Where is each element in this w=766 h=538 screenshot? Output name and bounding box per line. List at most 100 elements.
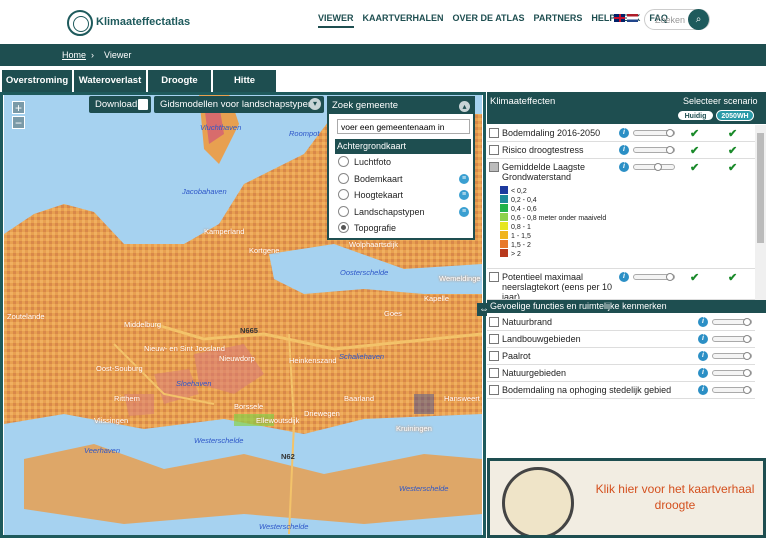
map-label-borssele: Borssele — [234, 402, 264, 411]
radio-icon[interactable] — [338, 172, 349, 184]
info-icon[interactable]: i — [698, 385, 708, 395]
droogte-story-banner[interactable]: Klik hier voor het kaartverhaal droogte — [487, 458, 766, 538]
nav-kaartverhalen[interactable]: KAARTVERHALEN — [363, 13, 444, 28]
info-icon[interactable]: i — [619, 145, 629, 155]
sensitive-checkbox[interactable] — [489, 385, 499, 395]
scenario-huidig[interactable]: Huidig — [677, 110, 714, 121]
legend-item: 1 - 1,5 — [500, 231, 531, 240]
map-road-n665: N665 — [240, 326, 258, 335]
map-label-goes: Goes — [384, 309, 402, 318]
nav-viewer[interactable]: VIEWER — [318, 13, 354, 28]
legend-label: 0,4 - 0,6 — [511, 206, 537, 213]
effect-checkbox[interactable] — [489, 128, 499, 138]
tab-wateroverlast[interactable]: Wateroverlast — [74, 70, 146, 92]
slider-knob[interactable] — [743, 369, 751, 377]
sensitive-checkbox[interactable] — [489, 351, 499, 361]
slider-knob[interactable] — [666, 146, 674, 154]
zoom-in-button[interactable]: + — [12, 101, 25, 114]
search-icon[interactable]: ⌕ — [688, 9, 709, 30]
map-label-roompot: Roompot — [289, 129, 320, 138]
slider-knob[interactable] — [743, 386, 751, 394]
bg-option-bodemkaart[interactable]: Bodemkaart ≡ — [329, 171, 473, 188]
slider-knob[interactable] — [743, 335, 751, 343]
zoom-out-button[interactable]: − — [12, 116, 25, 129]
opacity-slider[interactable] — [712, 335, 752, 343]
bg-option-label: Bodemkaart — [354, 173, 403, 184]
radio-selected-icon[interactable] — [338, 222, 349, 233]
bg-option-luchtfoto[interactable]: Luchtfoto — [329, 154, 473, 171]
slider-knob[interactable] — [654, 163, 662, 171]
effect-checkbox[interactable] — [489, 145, 499, 155]
map-label-westerschelde-2: Westerschelde — [259, 522, 309, 531]
legend-swatch — [500, 195, 508, 203]
effect-row: Potentieel maximaal neerslagtekort (eens… — [487, 269, 755, 300]
info-icon[interactable]: i — [698, 334, 708, 344]
dutch-flag-icon[interactable] — [627, 14, 638, 22]
info-icon[interactable]: i — [619, 272, 629, 282]
opacity-slider[interactable] — [712, 369, 752, 377]
legend-swatch — [500, 186, 508, 194]
gemeente-search-input[interactable] — [337, 119, 470, 134]
english-flag-icon[interactable] — [614, 14, 625, 22]
legend-item: 0,6 - 0,8 meter onder maaiveld — [500, 213, 606, 222]
opacity-slider[interactable] — [633, 163, 675, 171]
slider-knob[interactable] — [666, 273, 674, 281]
info-icon[interactable]: i — [698, 368, 708, 378]
bg-option-topografie[interactable]: Topografie — [329, 220, 473, 237]
radio-icon[interactable] — [338, 156, 349, 167]
legend-item: 0,4 - 0,6 — [500, 204, 537, 213]
legend-toggle-icon[interactable]: ≡ — [459, 173, 469, 184]
effects-scrollbar[interactable] — [755, 125, 766, 300]
effects-header: Klimaateffecten Selecteer scenario Huidi… — [487, 92, 766, 124]
legend-item: > 2 — [500, 249, 521, 258]
map-label-heinkenszand: Heinkenszand — [289, 356, 337, 365]
opacity-slider[interactable] — [712, 352, 752, 360]
legend-item: < 0,2 — [500, 186, 527, 195]
brand-name[interactable]: Klimaateffectatlas — [96, 16, 190, 28]
slider-knob[interactable] — [743, 352, 751, 360]
slider-knob[interactable] — [666, 129, 674, 137]
sensitive-checkbox[interactable] — [489, 317, 499, 327]
sensitive-checkbox[interactable] — [489, 334, 499, 344]
radio-icon[interactable] — [338, 189, 349, 200]
tab-overstroming[interactable]: Overstroming — [2, 70, 72, 92]
legend-toggle-icon[interactable]: ≡ — [459, 190, 469, 200]
bg-option-landschapstypen[interactable]: Landschapstypen ≡ — [329, 204, 473, 221]
tab-droogte[interactable]: Droogte — [148, 70, 211, 92]
tab-hitte[interactable]: Hitte — [213, 70, 276, 92]
map-label-jacobahaven: Jacobahaven — [182, 187, 227, 196]
legend-toggle-icon[interactable]: ≡ — [459, 206, 469, 217]
bg-option-label: Landschapstypen — [354, 206, 425, 217]
gidsmodellen-dropdown[interactable]: Gidsmodellen voor landschapstypen ▾ — [154, 96, 324, 113]
chevron-up-icon[interactable]: ▴ — [459, 101, 470, 112]
bg-option-hoogtekaart[interactable]: Hoogtekaart ≡ — [329, 187, 473, 204]
radio-icon[interactable] — [338, 205, 349, 217]
scenario-2050wh[interactable]: 2050WH — [716, 110, 754, 121]
background-map-title: Achtergrondkaart — [335, 139, 471, 154]
effect-checkbox[interactable] — [489, 272, 499, 282]
opacity-slider[interactable] — [633, 273, 675, 281]
breadcrumb-home[interactable]: Home — [62, 50, 86, 60]
opacity-slider[interactable] — [712, 386, 752, 394]
effect-checkbox[interactable] — [489, 162, 499, 172]
map-label-vlissingen: Vlissingen — [94, 416, 129, 425]
opacity-slider[interactable] — [633, 129, 675, 137]
map-label-nieuwdorp: Nieuwdorp — [219, 354, 255, 363]
info-icon[interactable]: i — [619, 128, 629, 138]
slider-knob[interactable] — [743, 318, 751, 326]
sensitive-checkbox[interactable] — [489, 368, 499, 378]
info-icon[interactable]: i — [619, 162, 629, 172]
map-label-ritthem: Ritthem — [114, 394, 140, 403]
check-icon: ✔ — [728, 272, 738, 284]
opacity-slider[interactable] — [712, 318, 752, 326]
language-switch — [614, 14, 638, 22]
opacity-slider[interactable] — [633, 146, 675, 154]
legend-item: 0,8 - 1 — [500, 222, 531, 231]
nav-partners[interactable]: PARTNERS — [534, 13, 583, 28]
download-button[interactable]: Download — [89, 96, 151, 113]
info-icon[interactable]: i — [698, 317, 708, 327]
scroll-thumb[interactable] — [757, 133, 764, 243]
atlas-logo-icon[interactable] — [67, 10, 93, 36]
info-icon[interactable]: i — [698, 351, 708, 361]
nav-over-de-atlas[interactable]: OVER DE ATLAS — [453, 13, 525, 28]
